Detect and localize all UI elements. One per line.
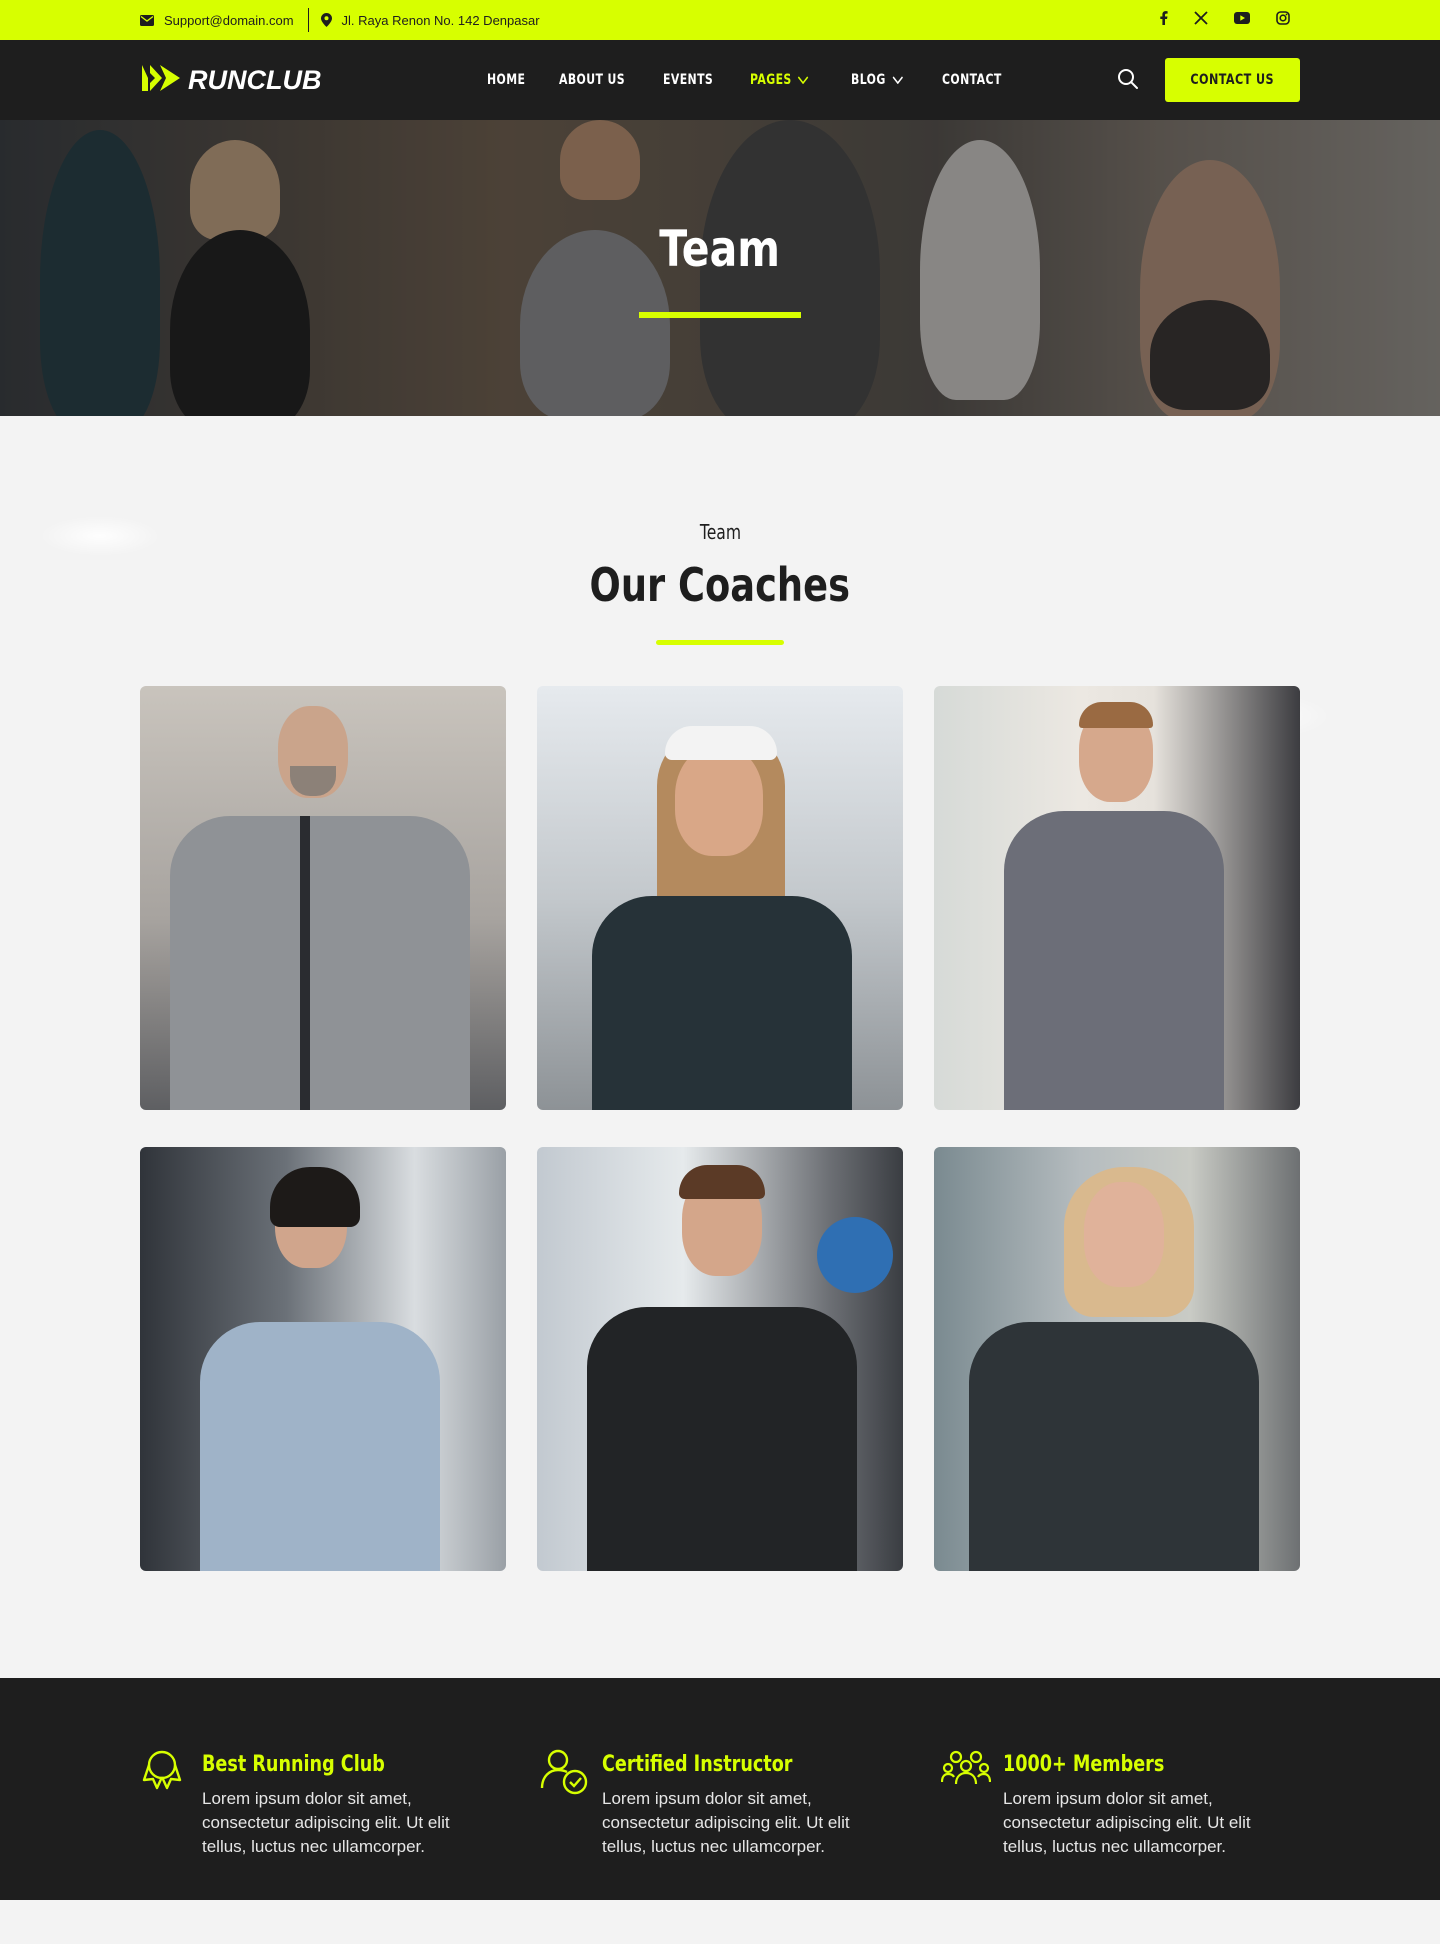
address-item: Jl. Raya Renon No. 142 Denpasar	[320, 12, 540, 28]
feature-members: 1000+ Members Lorem ipsum dolor sit amet…	[940, 1748, 1301, 1859]
feature-title: Best Running Club	[202, 1752, 385, 1777]
section-subtitle: Team	[699, 520, 741, 544]
chevron-down-icon	[891, 76, 903, 84]
nav-blog[interactable]: BLOG	[851, 72, 903, 88]
map-pin-icon	[320, 13, 332, 27]
main-nav: HOME ABOUT US EVENTS PAGES BLOG CONTACT	[487, 40, 1019, 120]
features-bar: Best Running Club Lorem ipsum dolor sit …	[0, 1678, 1440, 1900]
certified-user-icon	[540, 1748, 588, 1859]
contact-info: Support@domain.com Jl. Raya Renon No. 14…	[140, 8, 540, 32]
coach-card[interactable]	[934, 1147, 1300, 1571]
nav-events[interactable]: EVENTS	[663, 72, 713, 88]
x-icon[interactable]	[1194, 10, 1208, 30]
facebook-icon[interactable]	[1159, 10, 1168, 30]
feature-certified-instructor: Certified Instructor Lorem ipsum dolor s…	[540, 1748, 900, 1859]
coach-card[interactable]	[934, 686, 1300, 1110]
award-icon	[140, 1748, 188, 1859]
logo-text: RUNCLUB	[188, 64, 322, 95]
contact-us-button[interactable]: CONTACT US	[1165, 58, 1300, 102]
social-links	[1159, 10, 1290, 30]
main-header: RUNCLUB HOME ABOUT US EVENTS PAGES BLOG …	[0, 40, 1440, 120]
coach-card[interactable]	[537, 686, 903, 1110]
email-text: Support@domain.com	[164, 12, 294, 28]
footer-spacer	[0, 1900, 1440, 1944]
feature-text: Lorem ipsum dolor sit amet, consectetur …	[202, 1789, 450, 1856]
nav-contact[interactable]: CONTACT	[942, 72, 1002, 88]
coach-card[interactable]	[537, 1147, 903, 1571]
nav-about-us[interactable]: ABOUT US	[559, 72, 625, 88]
top-bar: Support@domain.com Jl. Raya Renon No. 14…	[0, 0, 1440, 40]
coaches-grid	[140, 686, 1300, 1571]
page-hero: Team	[0, 120, 1440, 416]
team-section: Team Our Coaches	[0, 416, 1440, 1678]
feature-title: 1000+ Members	[1003, 1752, 1165, 1777]
section-title: Our Coaches	[589, 558, 851, 612]
coach-card[interactable]	[140, 1147, 506, 1571]
page-title: Team	[659, 220, 781, 278]
logo-icon	[140, 63, 182, 98]
youtube-icon[interactable]	[1234, 11, 1250, 29]
feature-best-running-club: Best Running Club Lorem ipsum dolor sit …	[140, 1748, 500, 1859]
search-icon[interactable]	[1117, 68, 1139, 95]
feature-text: Lorem ipsum dolor sit amet, consectetur …	[1003, 1789, 1251, 1856]
group-icon	[940, 1748, 992, 1859]
envelope-icon	[140, 14, 154, 26]
logo[interactable]: RUNCLUB	[140, 63, 321, 98]
feature-text: Lorem ipsum dolor sit amet, consectetur …	[602, 1789, 850, 1856]
divider	[307, 8, 309, 32]
email-item[interactable]: Support@domain.com	[140, 13, 294, 28]
coach-card[interactable]	[140, 686, 506, 1110]
section-underline	[656, 640, 784, 645]
address-text: Jl. Raya Renon No. 142 Denpasar	[341, 12, 540, 28]
nav-home[interactable]: HOME	[487, 72, 525, 88]
title-underline	[639, 312, 801, 318]
instagram-icon[interactable]	[1276, 10, 1290, 30]
feature-title: Certified Instructor	[602, 1752, 793, 1777]
nav-pages[interactable]: PAGES	[750, 72, 809, 88]
chevron-down-icon	[798, 76, 809, 84]
